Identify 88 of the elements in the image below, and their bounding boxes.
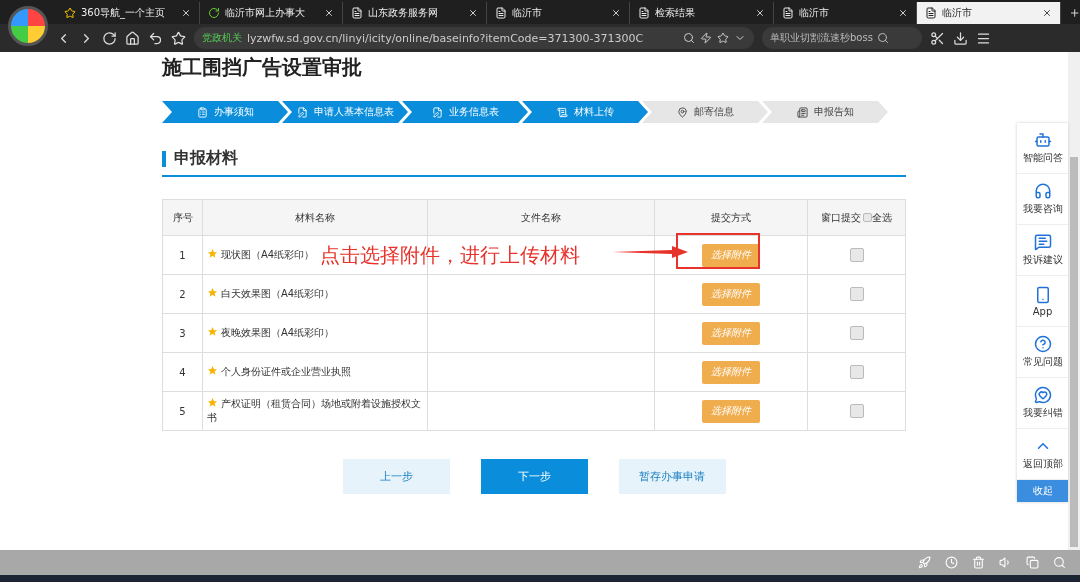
close-icon[interactable] [1041,8,1052,18]
column-header: 材料名称 [202,199,428,236]
column-header: 窗口提交 全选 [807,199,906,236]
side-label: 投诉建议 [1022,253,1063,267]
heart-icon [1033,386,1052,404]
newspaper-icon [796,106,808,118]
side-label: 我要纠错 [1022,406,1063,420]
table-cell: 个人身份证件或企业营业执照 [202,352,428,392]
column-header: 序号 [162,199,203,236]
checkbox[interactable] [849,365,864,379]
table-cell: 夜晚效果图（A4纸彩印） [202,313,428,353]
section-title: 申报材料 [174,148,238,169]
table-cell: 4 [162,352,203,392]
menu-icon[interactable] [976,30,991,46]
close-icon[interactable] [324,8,335,18]
question-icon [1033,335,1052,353]
favorite-icon[interactable] [717,32,729,44]
search-icon[interactable] [876,32,889,44]
search-field[interactable]: 单职业切割流速秒boss [762,27,922,49]
table-cell: 2 [162,274,203,314]
side-label: App [1032,305,1053,317]
star-icon [207,287,218,298]
headset-icon [1033,182,1052,200]
page-icon [781,7,794,19]
star-icon [207,365,218,376]
step-label: 业务信息表 [448,105,499,119]
nav-button[interactable]: 暂存办事申请 [618,459,726,494]
undo-icon[interactable] [148,30,163,46]
star-icon [64,7,76,19]
step-label: 材料上传 [573,105,614,119]
annotation-text: 点击选择附件，进行上传材料 [320,242,580,269]
browser-tab[interactable]: 临沂市 [917,2,1061,24]
star-icon [207,248,218,259]
close-icon[interactable] [180,8,191,18]
page-icon [494,7,507,19]
step-label: 办事须知 [213,105,254,119]
page-icon [638,7,651,19]
close-icon[interactable] [611,8,622,18]
checkbox[interactable] [849,404,864,418]
table-cell: 产权证明（租赁合同）场地或附着设施授权文书 [202,391,428,431]
table-cell: 1 [162,235,203,275]
step-label: 邮寄信息 [693,105,734,119]
column-header: 提交方式 [654,199,808,236]
verified-label: 党政机关 [202,31,242,45]
form-icon [431,106,443,118]
address-field[interactable]: 党政机关 lyzwfw.sd.gov.cn/linyi/icity/online/baseinfo?itemCode=371300-371300C [194,27,754,49]
download-icon[interactable] [953,30,968,46]
table-cell: 3 [162,313,203,353]
column-header: 文件名称 [427,199,655,236]
side-label: 常见问题 [1022,355,1063,369]
home-icon[interactable] [125,30,140,46]
circle-icon [207,7,220,19]
url-text: lyzwfw.sd.gov.cn/linyi/icity/online/baseinfo?itemCode=371300-371300C [247,31,645,45]
clipboard-icon [196,106,208,118]
nav-button[interactable]: 下一步 [480,459,588,494]
checkbox[interactable] [849,287,864,301]
close-icon[interactable] [898,8,909,18]
table-cell: 5 [162,391,203,431]
document-icon [556,106,568,118]
checkbox[interactable] [849,248,864,262]
star-icon [207,326,218,337]
page-icon [351,7,364,19]
search-text: 单职业切割流速秒boss [770,31,873,45]
map-pin-icon [676,106,688,118]
new-tab-icon[interactable] [1068,6,1080,20]
page-icon [925,7,938,19]
step-label: 申请人基本信息表 [313,105,394,119]
page-title: 施工围挡广告设置审批 [162,54,363,81]
nav-button[interactable]: 上一步 [342,459,450,494]
scissors-icon[interactable] [930,30,945,46]
close-icon[interactable] [754,8,765,18]
form-icon [296,106,308,118]
step-label: 申报告知 [813,105,854,119]
message-icon [1033,233,1052,251]
close-icon[interactable] [467,8,478,18]
lightning-icon[interactable] [700,32,712,44]
star-icon [207,397,218,408]
checkbox[interactable] [849,326,864,340]
select-all-checkbox[interactable] [863,213,872,222]
reload-icon[interactable] [102,30,117,46]
scrollbar[interactable] [1068,52,1080,550]
side-label: 智能问答 [1022,151,1063,165]
side-label: 我要咨询 [1022,202,1063,216]
favorite-icon[interactable] [171,30,186,46]
search-icon[interactable] [683,32,695,44]
side-label: 返回顶部 [1022,457,1063,471]
robot-icon [1033,131,1052,149]
table-cell: 白天效果图（A4纸彩印） [202,274,428,314]
